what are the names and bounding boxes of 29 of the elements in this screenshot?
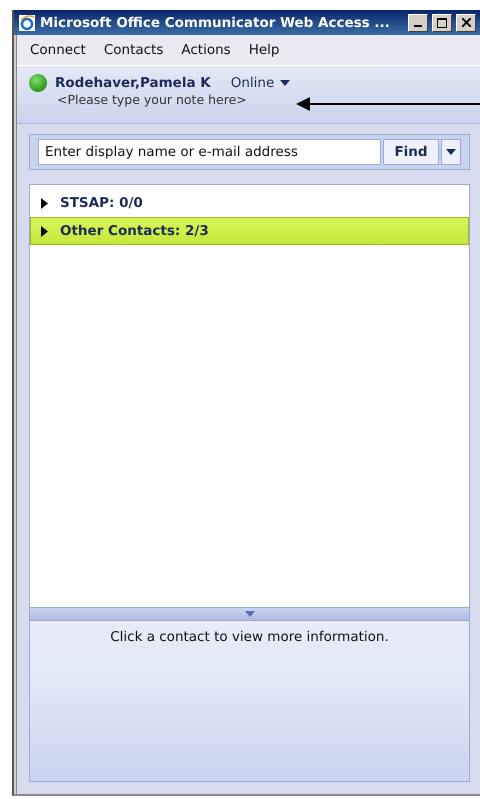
search-options-button[interactable] xyxy=(441,139,461,165)
status-dropdown[interactable]: Online xyxy=(230,75,290,91)
window-title: Microsoft Office Communicator Web Access ... xyxy=(40,14,391,30)
group-label: STSAP: 0/0 xyxy=(60,195,143,211)
menu-item[interactable]: Actions xyxy=(172,42,240,58)
menu-item[interactable]: Connect xyxy=(21,42,95,58)
contact-group[interactable]: Other Contacts: 2/3 xyxy=(30,217,469,245)
caret-icon xyxy=(244,611,254,617)
user-name: Rodehaver,Pamela K xyxy=(55,75,211,91)
info-text: Click a contact to view more information. xyxy=(110,629,389,647)
menu-item[interactable]: Help xyxy=(240,42,288,58)
minimize-button[interactable] xyxy=(408,14,428,32)
expand-icon[interactable] xyxy=(41,226,48,236)
close-icon xyxy=(462,18,470,27)
contact-group[interactable]: STSAP: 0/0 xyxy=(30,189,469,217)
maximize-button[interactable] xyxy=(432,14,452,32)
caret-icon xyxy=(280,80,290,86)
presence-icon xyxy=(29,74,47,92)
search-field[interactable]: Enter display name or e-mail address xyxy=(38,139,381,165)
minimize-icon xyxy=(414,24,422,26)
caret-icon xyxy=(446,149,456,155)
close-button[interactable] xyxy=(456,14,476,32)
note-text[interactable]: <Please type your note here> xyxy=(57,92,468,107)
browser-icon xyxy=(18,14,36,32)
expand-icon[interactable] xyxy=(41,198,48,208)
find-button[interactable]: Find xyxy=(383,139,439,165)
maximize-icon xyxy=(437,18,447,28)
menu-item[interactable]: Contacts xyxy=(94,42,172,58)
group-label: Other Contacts: 2/3 xyxy=(60,223,209,239)
